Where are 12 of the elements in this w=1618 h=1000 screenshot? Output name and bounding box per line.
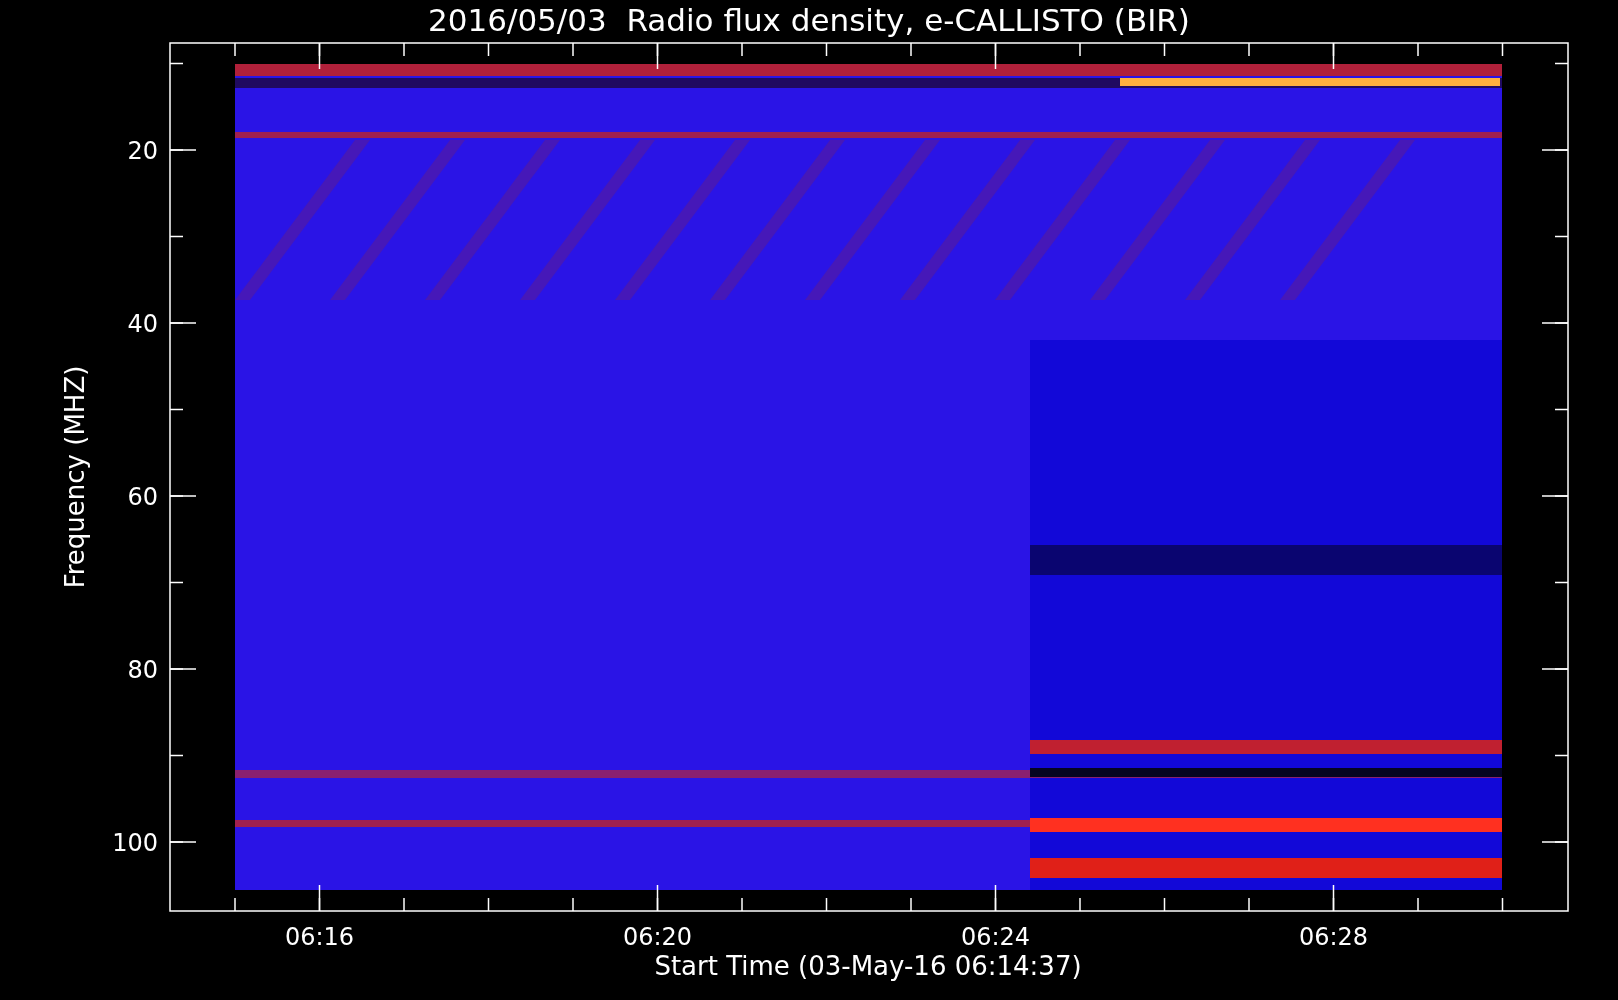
y-tick-label: 20 bbox=[127, 137, 158, 165]
y-axis-label: Frequency (MHZ) bbox=[60, 365, 90, 589]
x-tick-label: 06:28 bbox=[1298, 923, 1369, 951]
x-tick-label: 06:24 bbox=[960, 923, 1031, 951]
y-tick-label: 40 bbox=[127, 310, 158, 338]
x-axis-label: Start Time (03-May-16 06:14:37) bbox=[654, 951, 1082, 981]
x-tick-label: 06:16 bbox=[284, 923, 355, 951]
chart-title: 2016/05/03 Radio flux density, e-CALLISTO (BIR) bbox=[428, 2, 1190, 38]
y-tick-label: 60 bbox=[127, 483, 158, 511]
x-tick-label: 06:20 bbox=[622, 923, 693, 951]
y-tick-label: 100 bbox=[112, 829, 158, 857]
y-tick-label: 80 bbox=[127, 656, 158, 684]
